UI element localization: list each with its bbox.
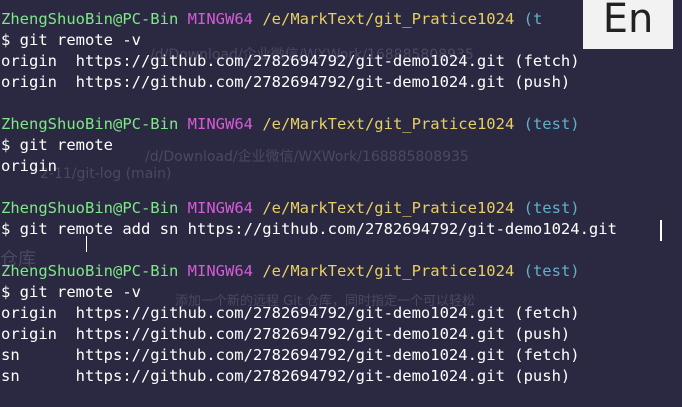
prompt-line: ZhengShuoBin@PC-Bin MINGW64 /e/MarkText/… <box>1 9 542 30</box>
command-line: $ git remote <box>1 136 113 154</box>
output-line: origin <box>1 157 57 175</box>
prompt-branch: (t <box>523 10 543 28</box>
command-line: $ git remote add sn https://github.com/2… <box>1 220 617 238</box>
output-line: origin https://github.com/2782694792/git… <box>1 73 571 91</box>
prompt-path: /e/MarkText/git_Pratice1024 <box>262 115 515 133</box>
prompt-branch: (test) <box>523 262 580 280</box>
prompt-user: ZhengShuoBin@PC-Bin <box>1 115 179 133</box>
mouse-ibeam-cursor <box>86 236 87 252</box>
text-cursor <box>660 220 662 241</box>
prompt-path: /e/MarkText/git_Pratice1024 <box>262 199 515 217</box>
prompt-env: MINGW64 <box>187 10 253 28</box>
prompt-path: /e/MarkText/git_Pratice1024 <box>262 262 515 280</box>
prompt-user: ZhengShuoBin@PC-Bin <box>1 10 179 28</box>
output-line: origin https://github.com/2782694792/git… <box>1 325 571 343</box>
prompt-line: ZhengShuoBin@PC-Bin MINGW64 /e/MarkText/… <box>1 198 580 219</box>
prompt-path: /e/MarkText/git_Pratice1024 <box>262 10 515 28</box>
prompt-env: MINGW64 <box>187 199 253 217</box>
output-line: sn https://github.com/2782694792/git-dem… <box>1 367 571 385</box>
ghost-log-line: 2-11/git-log (main) <box>40 166 172 182</box>
ime-label: En <box>602 0 654 42</box>
prompt-user: ZhengShuoBin@PC-Bin <box>1 199 179 217</box>
output-line: origin https://github.com/2782694792/git… <box>1 52 580 70</box>
output-line: origin https://github.com/2782694792/git… <box>1 304 580 322</box>
prompt-env: MINGW64 <box>187 262 253 280</box>
input-method-indicator[interactable]: En <box>583 0 673 49</box>
prompt-user: ZhengShuoBin@PC-Bin <box>1 262 179 280</box>
prompt-line: ZhengShuoBin@PC-Bin MINGW64 /e/MarkText/… <box>1 261 580 282</box>
prompt-branch: (test) <box>523 115 580 133</box>
prompt-line: ZhengShuoBin@PC-Bin MINGW64 /e/MarkText/… <box>1 114 580 135</box>
ghost-path-line: /d/Download/企业微信/WXWork/168885808935 <box>145 149 469 165</box>
prompt-env: MINGW64 <box>187 115 253 133</box>
command-line: $ git remote -v <box>1 283 141 301</box>
command-line: $ git remote -v <box>1 31 141 49</box>
prompt-branch: (test) <box>523 199 580 217</box>
terminal-window[interactable]: /d/Download/企业微信/WXWork/168885808935 /d/… <box>0 0 682 407</box>
output-line: sn https://github.com/2782694792/git-dem… <box>1 346 580 364</box>
